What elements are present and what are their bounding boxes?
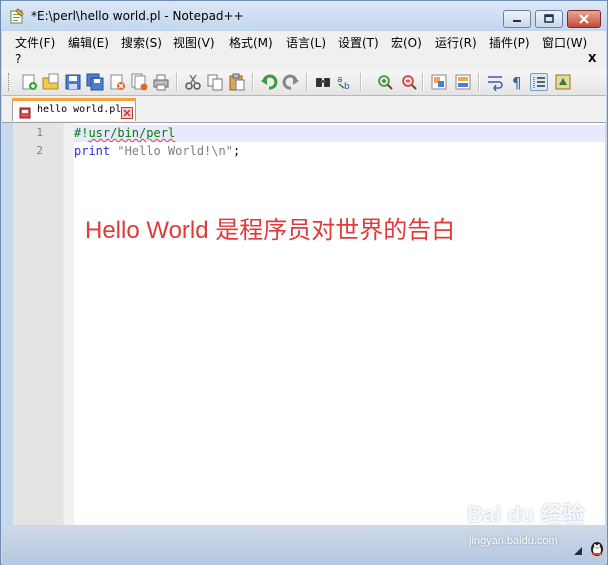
toolbar: ab ¶ — [2, 69, 606, 96]
tab-hello-world-pl[interactable]: hello world.pl — [12, 98, 136, 121]
user-define-icon[interactable] — [554, 73, 572, 91]
line-number: 1 — [36, 126, 43, 139]
minimize-icon — [513, 20, 521, 22]
close-document-button[interactable]: X — [588, 52, 596, 65]
statement-terminator: ; — [232, 144, 241, 158]
zoom-out-icon[interactable] — [400, 73, 418, 91]
toolbar-separator — [422, 73, 424, 91]
zoom-in-icon[interactable] — [376, 73, 394, 91]
unsaved-file-icon — [19, 104, 31, 119]
toolbar-grip[interactable] — [8, 73, 12, 91]
menu-help[interactable]: ? — [15, 52, 21, 66]
menu-settings[interactable]: 设置(T) — [338, 34, 379, 51]
menu-run[interactable]: 运行(R) — [435, 34, 477, 51]
save-icon[interactable] — [64, 73, 82, 91]
maximize-icon — [544, 14, 554, 23]
svg-text:¶: ¶ — [512, 74, 522, 91]
title-bar: *E:\perl\hello world.pl - Notepad++ — [1, 1, 607, 31]
window-title: *E:\perl\hello world.pl - Notepad++ — [31, 9, 244, 23]
find-icon[interactable] — [314, 73, 332, 91]
menu-search[interactable]: 搜索(S) — [121, 34, 162, 51]
close-button[interactable] — [567, 10, 601, 28]
menu-view[interactable]: 视图(V) — [173, 34, 215, 51]
editor-area[interactable]: 1 2 #!usr/bin/perl print "Hello World!\n… — [13, 123, 605, 525]
indent-guide-icon[interactable] — [530, 73, 548, 91]
redo-icon[interactable] — [282, 73, 300, 91]
baidu-logo-text: Bai du 经验 — [467, 502, 585, 527]
close-all-icon[interactable] — [130, 73, 148, 91]
notepad-window: *E:\perl\hello world.pl - Notepad++ 文件(F… — [0, 0, 608, 565]
fold-margin[interactable] — [63, 123, 74, 525]
print-icon[interactable] — [152, 73, 170, 91]
watermark-url: jingyan.baidu.com — [469, 535, 558, 547]
show-all-chars-icon[interactable]: ¶ — [508, 73, 526, 91]
word-wrap-icon[interactable] — [486, 73, 504, 91]
tab-close-icon[interactable] — [121, 104, 133, 119]
print-keyword: print — [74, 144, 111, 158]
open-file-icon[interactable] — [42, 73, 60, 91]
close-icon — [579, 14, 589, 24]
menu-edit[interactable]: 编辑(E) — [68, 34, 109, 51]
menu-plugins[interactable]: 插件(P) — [489, 34, 530, 51]
document-tab-bar: hello world.pl — [2, 96, 606, 123]
code-line-2[interactable]: print "Hello World!\n"; — [74, 144, 240, 158]
minimize-button[interactable] — [503, 10, 531, 28]
toolbar-separator — [360, 73, 362, 91]
sync-vertical-icon[interactable] — [430, 73, 448, 91]
paste-icon[interactable] — [228, 73, 246, 91]
line-number-gutter: 1 2 — [13, 123, 63, 525]
cut-icon[interactable] — [184, 73, 202, 91]
svg-text:a: a — [337, 75, 343, 85]
menu-window[interactable]: 窗口(W) — [542, 34, 587, 51]
replace-icon[interactable]: ab — [336, 73, 354, 91]
maximize-button[interactable] — [535, 10, 563, 28]
close-file-icon[interactable] — [108, 73, 126, 91]
toolbar-separator — [478, 73, 480, 91]
sync-horizontal-icon[interactable] — [454, 73, 472, 91]
resize-grip-icon[interactable] — [571, 541, 583, 555]
menu-language[interactable]: 语言(L) — [286, 34, 326, 51]
toolbar-separator — [176, 73, 178, 91]
string-literal: "Hello World!\n" — [117, 144, 233, 158]
notepad-app-icon — [9, 8, 25, 24]
penguin-icon — [589, 537, 605, 557]
new-file-icon[interactable] — [20, 73, 38, 91]
shebang-path: usr/bin/perl — [88, 126, 176, 140]
menu-macro[interactable]: 宏(O) — [391, 34, 422, 51]
toolbar-separator — [252, 73, 254, 91]
menu-bar: 文件(F) 编辑(E) 搜索(S) 视图(V) 格式(M) 语言(L) 设置(T… — [2, 31, 606, 69]
annotation-text: Hello World 是程序员对世界的告白 — [85, 217, 456, 244]
code-line-1[interactable]: #!usr/bin/perl — [74, 126, 175, 140]
svg-text:b: b — [344, 82, 350, 91]
toolbar-separator — [306, 73, 308, 91]
menu-format[interactable]: 格式(M) — [229, 34, 273, 51]
tab-label: hello world.pl — [37, 104, 122, 115]
shebang-marker: #! — [74, 126, 89, 140]
undo-icon[interactable] — [260, 73, 278, 91]
active-tab-indicator — [12, 98, 136, 101]
save-all-icon[interactable] — [86, 73, 104, 91]
menu-file[interactable]: 文件(F) — [15, 34, 55, 51]
copy-icon[interactable] — [206, 73, 224, 91]
line-number: 2 — [36, 144, 43, 157]
